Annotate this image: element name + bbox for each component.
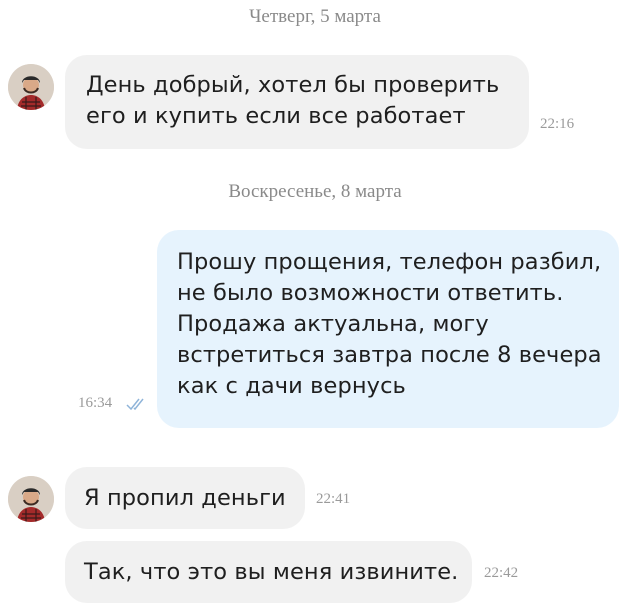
message-time: 22:41: [316, 491, 351, 507]
message-text: Продажа актуальна, могу: [177, 311, 489, 337]
message-text: Я пропил деньги: [84, 485, 286, 511]
message-text: встретиться завтра после 8 вечера: [177, 342, 602, 368]
message-text: Так, что это вы меня извините.: [84, 559, 459, 585]
message-text: Прошу прощения, телефон разбил,: [177, 249, 602, 275]
message-time: 22:16: [540, 116, 575, 132]
incoming-message[interactable]: День добрый, хотел бы проверить его и ку…: [65, 55, 529, 149]
sender-avatar[interactable]: [8, 64, 54, 110]
message-text: не было возможности ответить.: [177, 280, 564, 306]
date-separator: Воскресенье, 8 марта: [228, 181, 402, 202]
message-text: как с дачи вернусь: [177, 373, 406, 399]
outgoing-message[interactable]: Прошу прощения, телефон разбил, не было …: [157, 230, 619, 428]
message-text: День добрый, хотел бы проверить: [86, 72, 500, 98]
message-text: его и купить если все работает: [86, 103, 466, 129]
message-time: 22:42: [484, 565, 519, 581]
sender-avatar[interactable]: [8, 476, 54, 522]
incoming-message[interactable]: Так, что это вы меня извините.: [65, 541, 472, 603]
date-separator: Четверг, 5 марта: [249, 6, 381, 27]
double-check-icon: [126, 398, 144, 411]
incoming-message[interactable]: Я пропил деньги: [65, 467, 305, 529]
message-time: 16:34: [78, 395, 113, 411]
